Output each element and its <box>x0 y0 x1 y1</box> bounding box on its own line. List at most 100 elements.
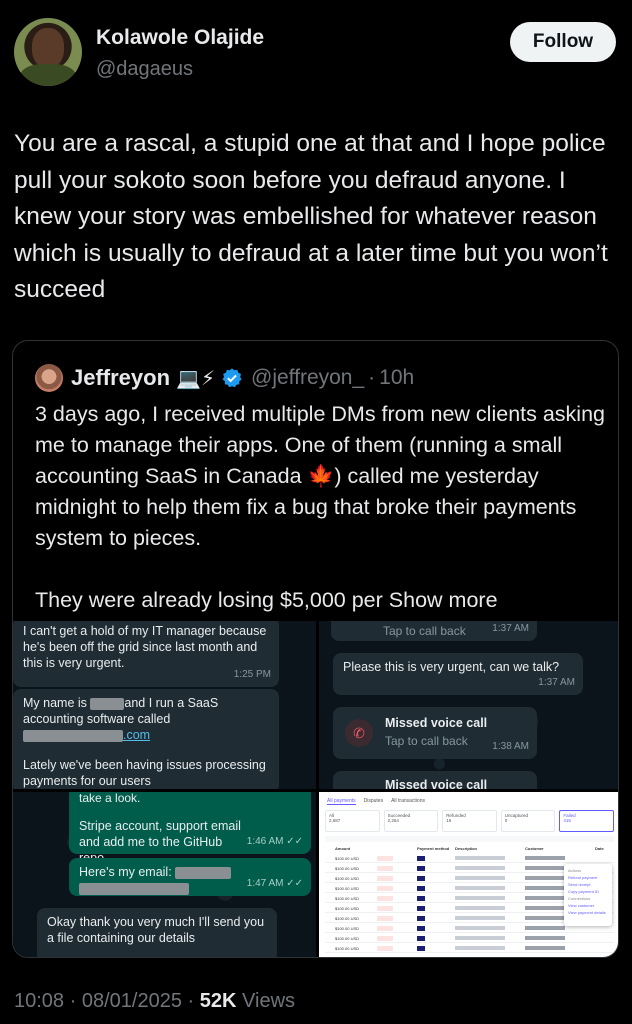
row-amount: $100.00 USD <box>335 866 360 871</box>
row-amount: $100.00 USD <box>335 896 360 901</box>
separator-dot: · <box>187 990 195 1012</box>
row-amount: $100.00 USD <box>335 886 360 891</box>
payments-dashboard: All payments Disputes All transactions A… <box>319 792 618 957</box>
post-date[interactable]: 08/01/2025 <box>82 990 182 1012</box>
menu-section-label: Connections <box>568 896 591 901</box>
chat-bubble-incoming: My name is and I run a SaaS accounting s… <box>13 689 279 789</box>
column-header: Payment method <box>417 846 450 851</box>
row-cust <box>525 896 565 900</box>
follow-button[interactable]: Follow <box>510 22 616 62</box>
quoted-tweet-header: Jeffreyon 💻⚡ @jeffreyon_ · 10h <box>35 363 414 393</box>
table-row: $100.00 USD <box>325 934 614 943</box>
stat-card: Succeeded 2,264 <box>383 810 439 832</box>
laptop-lightning-emoji: 💻⚡ <box>176 367 215 390</box>
row-card <box>417 886 425 891</box>
views-label: Views <box>242 990 296 1012</box>
row-amount: $100.00 USD <box>335 906 360 911</box>
menu-section-label: Actions <box>568 868 582 873</box>
media-image-chat-2[interactable]: Tap to call back 1:37 AM Please this is … <box>319 621 618 789</box>
missed-call-icon: ✆ <box>345 719 373 747</box>
post-time[interactable]: 10:08 <box>14 990 64 1012</box>
quoted-author-handle[interactable]: @jeffreyon_ <box>251 366 364 390</box>
filter-bar <box>325 836 614 842</box>
stat-value: 2,687 <box>329 818 341 823</box>
quoted-author-avatar[interactable] <box>35 364 63 392</box>
tweet-text: You are a rascal, a stupid one at that a… <box>14 130 608 303</box>
tweet-header: Kolawole Olajide @dagaeus Follow <box>14 14 618 94</box>
row-desc <box>455 946 505 950</box>
chat-timestamp: 1:47 AM ✓✓ <box>246 878 303 889</box>
missed-call-bubble: ✆ Missed voice call Tap to call back 1:3… <box>333 707 537 759</box>
quoted-tweet[interactable]: Jeffreyon 💻⚡ @jeffreyon_ · 10h 3 days ag… <box>12 340 619 958</box>
row-bad <box>377 936 393 941</box>
media-image-chat-1[interactable]: I can't get a hold of my IT manager beca… <box>13 621 316 789</box>
column-header: Amount <box>335 846 351 851</box>
row-cust <box>525 906 565 910</box>
tab-disputes: Disputes <box>363 798 384 804</box>
row-bad <box>377 906 393 911</box>
chat-bubble-incoming: Okay thank you very much I'll send you a… <box>37 908 277 957</box>
missed-call-title: Missed voice call <box>385 778 488 789</box>
separator-dot: · <box>69 990 77 1012</box>
dashboard-tabs: All payments Disputes All transactions <box>327 798 425 805</box>
quoted-author-name[interactable]: Jeffreyon <box>71 365 170 391</box>
row-card <box>417 896 425 901</box>
row-desc <box>455 916 505 920</box>
row-cust <box>525 866 565 870</box>
row-amount: $100.00 USD <box>335 876 360 881</box>
row-amount: $100.00 USD <box>335 936 360 941</box>
chat-link-text: .com <box>123 728 151 742</box>
row-desc <box>455 886 505 890</box>
quoted-text-part: They were already losing $5,000 per <box>35 588 383 612</box>
stat-value: 16 <box>446 818 452 823</box>
column-header: Date <box>595 846 604 851</box>
row-card <box>417 926 425 931</box>
author-name[interactable]: Kolawole Olajide <box>96 26 264 50</box>
chat-timestamp: 1:37 AM <box>492 623 529 634</box>
row-cust <box>525 876 565 880</box>
menu-item: Copy payment ID <box>568 889 599 894</box>
menu-item: View customer <box>568 903 595 908</box>
row-cust <box>525 936 565 940</box>
missed-call-title: Missed voice call <box>385 716 488 730</box>
redaction-bar <box>79 882 189 895</box>
missed-call-bubble: Missed voice call <box>333 771 537 789</box>
chat-message-text: Please this is very urgent, can we talk? <box>343 660 560 674</box>
row-card <box>417 876 425 881</box>
chat-message-text: Okay thank you very much I'll send you a… <box>47 915 265 945</box>
column-header: Customer <box>525 846 544 851</box>
tab-all-transactions: All transactions <box>391 798 425 804</box>
chat-message-text: Here's my email: <box>79 865 172 879</box>
quoted-tweet-text: 3 days ago, I received multiple DMs from… <box>35 399 605 647</box>
stat-card: Uncaptured 0 <box>500 810 556 832</box>
row-cust <box>525 946 565 950</box>
row-amount: $100.00 USD <box>335 946 360 951</box>
tab-all-payments: All payments <box>327 798 356 805</box>
chat-bubble-incoming: I can't get a hold of my IT manager beca… <box>13 621 279 687</box>
column-header: Description <box>455 846 478 851</box>
separator-dot: · <box>368 366 376 389</box>
chat-message-text: take a look. <box>79 792 141 805</box>
table-header: Amount Payment method Description Custom… <box>325 846 614 852</box>
row-desc <box>455 866 505 870</box>
row-card <box>417 856 425 861</box>
media-grid: I can't get a hold of my IT manager beca… <box>13 621 618 957</box>
chat-timestamp: 1:38 AM <box>492 741 529 752</box>
stat-card-selected: Failed 415 <box>559 810 614 832</box>
stat-value: 0 <box>504 818 508 823</box>
row-card <box>417 936 425 941</box>
author-avatar[interactable] <box>14 18 82 86</box>
row-bad <box>377 946 393 951</box>
media-image-dashboard[interactable]: All payments Disputes All transactions A… <box>319 792 618 957</box>
media-image-chat-3[interactable]: take a look. Stripe account, support ema… <box>13 792 316 957</box>
verified-badge-icon <box>222 368 242 388</box>
author-handle[interactable]: @dagaeus <box>96 58 193 81</box>
row-amount: $100.00 USD <box>335 916 360 921</box>
views-count: 52K <box>199 990 237 1012</box>
table-row: $100.00 USD <box>325 854 614 863</box>
chat-call-sub: Tap to call back <box>383 624 466 638</box>
show-more-link[interactable]: Show more <box>389 588 498 612</box>
quoted-timestamp[interactable]: 10h <box>379 366 414 390</box>
row-desc <box>455 936 505 940</box>
chat-bubble-outgoing: take a look. Stripe account, support ema… <box>69 792 311 865</box>
